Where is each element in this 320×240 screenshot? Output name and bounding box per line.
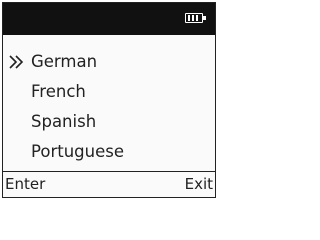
double-chevron-right-icon [9,55,24,69]
enter-softkey[interactable]: Enter [5,172,45,196]
menu-item-label: French [31,82,86,101]
menu-item-label: Spanish [31,112,97,131]
device: German French Spanish Portuguese Enter E… [0,0,220,201]
language-menu: German French Spanish Portuguese [3,47,215,167]
menu-item-french[interactable]: French [3,77,215,107]
menu-item-portuguese[interactable]: Portuguese [3,137,215,167]
menu-item-label: German [31,52,98,71]
exit-softkey[interactable]: Exit [185,172,213,196]
menu-item-spanish[interactable]: Spanish [3,107,215,137]
battery-full-icon [185,13,207,23]
menu-item-label: Portuguese [31,142,124,161]
menu-item-german[interactable]: German [3,47,215,77]
softkey-bar: Enter Exit [3,171,215,197]
lcd-screen: German French Spanish Portuguese Enter E… [2,2,216,198]
status-bar [3,3,215,35]
